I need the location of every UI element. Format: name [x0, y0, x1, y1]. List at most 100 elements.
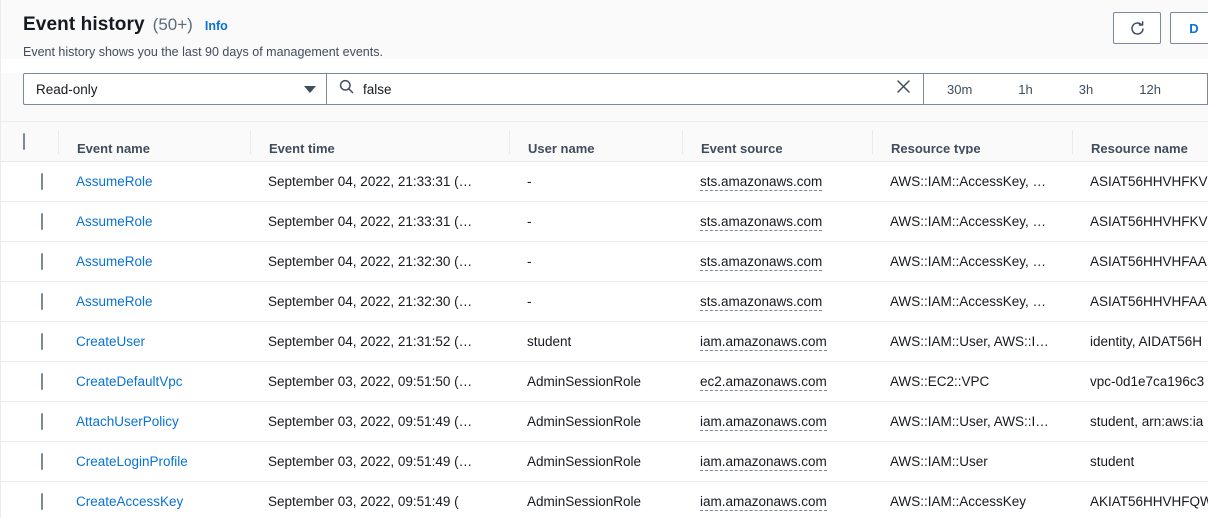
- event-name-link[interactable]: AssumeRole: [76, 254, 153, 269]
- table-row[interactable]: CreateLoginProfile September 03, 2022, 09…: [1, 441, 1208, 482]
- title-row: Event history (50+) Info: [23, 14, 1188, 36]
- table-row[interactable]: CreateUser September 04, 2022, 21:31:52 (…: [1, 321, 1208, 362]
- event-source-link[interactable]: sts.amazonaws.com: [700, 294, 823, 311]
- cell-event-time: September 04, 2022, 21:33:31 (…: [250, 201, 509, 242]
- row-checkbox[interactable]: [41, 253, 43, 270]
- cell-event-time: September 04, 2022, 21:33:31 (…: [250, 161, 509, 202]
- cell-event-source: iam.amazonaws.com: [682, 321, 872, 362]
- cell-event-source: sts.amazonaws.com: [682, 201, 872, 242]
- event-source-link[interactable]: iam.amazonaws.com: [700, 334, 827, 351]
- event-name-link[interactable]: CreateUser: [76, 334, 145, 349]
- event-source-link[interactable]: iam.amazonaws.com: [700, 414, 827, 431]
- event-name-link[interactable]: CreateLoginProfile: [76, 454, 188, 469]
- table-row[interactable]: AssumeRole September 04, 2022, 21:32:30 (…: [1, 281, 1208, 322]
- column-label-resource-name: Resource name: [1072, 129, 1208, 154]
- panel-header: Event history (50+) Info Event history s…: [1, 0, 1208, 59]
- cell-resource-type: AWS::IAM::AccessKey, …: [872, 161, 1072, 202]
- event-name-link[interactable]: AssumeRole: [76, 294, 153, 309]
- row-checkbox[interactable]: [41, 173, 43, 190]
- event-source-link[interactable]: iam.amazonaws.com: [700, 494, 827, 511]
- column-header-event-source[interactable]: Event source: [682, 121, 872, 162]
- row-select-cell: [1, 441, 58, 482]
- chevron-down-icon: [304, 85, 316, 93]
- event-source-link[interactable]: sts.amazonaws.com: [700, 174, 823, 191]
- column-label-event-source: Event source: [682, 129, 872, 154]
- attribute-filter-select[interactable]: Read-only: [23, 73, 327, 105]
- cell-event-time: September 04, 2022, 21:32:30 (…: [250, 281, 509, 322]
- event-name-link[interactable]: AssumeRole: [76, 214, 153, 229]
- column-label-user-name: User name: [509, 129, 682, 154]
- table-row[interactable]: AttachUserPolicy September 03, 2022, 09:5…: [1, 401, 1208, 442]
- cell-user-name: -: [509, 201, 682, 242]
- event-history-table: Event name Event time User name Event so…: [1, 121, 1208, 518]
- row-checkbox[interactable]: [41, 373, 43, 390]
- row-select-cell: [1, 481, 58, 518]
- cell-event-source: sts.amazonaws.com: [682, 241, 872, 282]
- cell-resource-type: AWS::IAM::AccessKey, …: [872, 241, 1072, 282]
- time-range-1h[interactable]: 1h: [995, 74, 1055, 104]
- cell-resource-type: AWS::IAM::AccessKey, …: [872, 201, 1072, 242]
- event-source-link[interactable]: iam.amazonaws.com: [700, 454, 827, 471]
- cell-resource-name: ASIAT56HHVHFKV: [1072, 161, 1208, 202]
- table-row[interactable]: CreateAccessKey September 03, 2022, 09:51…: [1, 481, 1208, 518]
- cell-event-source: iam.amazonaws.com: [682, 441, 872, 482]
- download-events-button[interactable]: D: [1170, 12, 1208, 44]
- time-range-30m[interactable]: 30m: [924, 74, 995, 104]
- event-source-link[interactable]: ec2.amazonaws.com: [700, 374, 827, 391]
- table-body: AssumeRole September 04, 2022, 21:33:31 (…: [1, 161, 1208, 518]
- table-row[interactable]: AssumeRole September 04, 2022, 21:32:30 (…: [1, 241, 1208, 282]
- refresh-button[interactable]: [1113, 12, 1161, 44]
- cell-event-source: sts.amazonaws.com: [682, 281, 872, 322]
- column-header-user-name[interactable]: User name: [509, 121, 682, 162]
- cell-event-time: September 03, 2022, 09:51:49 (: [250, 481, 509, 518]
- event-name-link[interactable]: CreateDefaultVpc: [76, 374, 183, 389]
- table-row[interactable]: CreateDefaultVpc September 03, 2022, 09:5…: [1, 361, 1208, 402]
- info-link[interactable]: Info: [205, 19, 228, 33]
- select-all-header: [1, 121, 58, 162]
- cell-event-name: AssumeRole: [58, 201, 250, 242]
- time-range-selector: 30m 1h 3h 12h: [924, 73, 1208, 105]
- event-history-panel: Event history (50+) Info Event history s…: [0, 0, 1208, 518]
- cell-event-name: CreateUser: [58, 321, 250, 362]
- cell-event-name: AttachUserPolicy: [58, 401, 250, 442]
- column-header-event-name[interactable]: Event name: [58, 121, 250, 162]
- row-select-cell: [1, 161, 58, 202]
- cell-resource-type: AWS::IAM::User, AWS::I…: [872, 401, 1072, 442]
- row-checkbox[interactable]: [41, 413, 43, 430]
- column-header-resource-name[interactable]: Resource name: [1072, 121, 1208, 162]
- header-actions: D: [1113, 12, 1208, 44]
- row-select-cell: [1, 241, 58, 282]
- cell-event-time: September 03, 2022, 09:51:50 (…: [250, 361, 509, 402]
- cell-resource-type: AWS::IAM::AccessKey: [872, 481, 1072, 518]
- event-name-link[interactable]: CreateAccessKey: [76, 494, 183, 509]
- row-checkbox[interactable]: [41, 453, 43, 470]
- column-header-event-time[interactable]: Event time: [250, 121, 509, 162]
- table-header-row: Event name Event time User name Event so…: [1, 121, 1208, 162]
- column-label-resource-type: Resource type: [872, 129, 1072, 154]
- table-row[interactable]: AssumeRole September 04, 2022, 21:33:31 (…: [1, 161, 1208, 202]
- row-checkbox[interactable]: [41, 293, 43, 310]
- event-source-link[interactable]: sts.amazonaws.com: [700, 214, 823, 231]
- search-input[interactable]: false: [327, 73, 924, 105]
- cell-event-name: CreateDefaultVpc: [58, 361, 250, 402]
- row-checkbox[interactable]: [41, 493, 43, 510]
- event-source-link[interactable]: sts.amazonaws.com: [700, 254, 823, 271]
- cell-user-name: -: [509, 241, 682, 282]
- attribute-filter-value: Read-only: [36, 81, 98, 97]
- time-range-12h[interactable]: 12h: [1116, 74, 1184, 104]
- cell-resource-name: ASIAT56HHVHFAA: [1072, 281, 1208, 322]
- cell-event-name: CreateLoginProfile: [58, 441, 250, 482]
- refresh-icon: [1129, 20, 1146, 37]
- row-select-cell: [1, 281, 58, 322]
- cell-user-name: AdminSessionRole: [509, 481, 682, 518]
- event-name-link[interactable]: AssumeRole: [76, 174, 153, 189]
- row-checkbox[interactable]: [41, 213, 43, 230]
- close-icon[interactable]: [896, 79, 911, 99]
- row-checkbox[interactable]: [41, 333, 43, 350]
- column-header-resource-type[interactable]: Resource type: [872, 121, 1072, 162]
- download-events-label: D: [1189, 20, 1199, 36]
- event-name-link[interactable]: AttachUserPolicy: [76, 414, 179, 429]
- select-all-checkbox[interactable]: [23, 133, 25, 150]
- table-row[interactable]: AssumeRole September 04, 2022, 21:33:31 (…: [1, 201, 1208, 242]
- time-range-3h[interactable]: 3h: [1056, 74, 1116, 104]
